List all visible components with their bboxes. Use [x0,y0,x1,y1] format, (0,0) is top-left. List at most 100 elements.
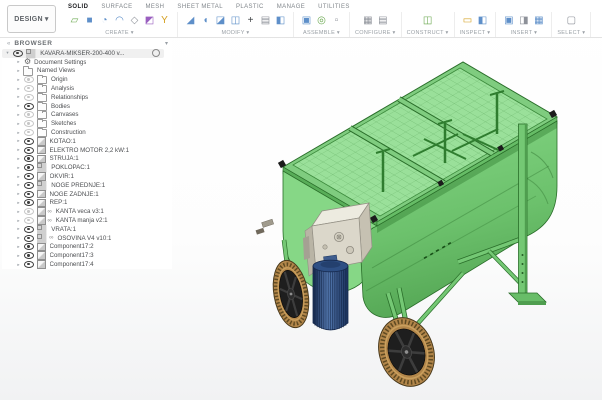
visibility-eye-icon[interactable] [24,76,34,83]
select-icon[interactable]: ▢ [564,13,579,28]
expand-arrow-icon[interactable]: ▸ [15,262,22,268]
visibility-eye-icon[interactable] [24,261,34,268]
expand-arrow-icon[interactable]: ▾ [4,50,11,56]
construction-plane-icon[interactable]: ◫ [420,13,435,28]
measure-icon[interactable]: ▭ [460,13,475,28]
loft-icon[interactable]: ◇ [127,13,142,28]
group-label-configure[interactable]: CONFIGURE ▾ [355,30,396,36]
group-label-insert[interactable]: INSERT ▾ [511,30,538,36]
visibility-eye-icon[interactable] [24,252,34,259]
visibility-eye-icon[interactable] [24,129,34,136]
tree-item[interactable]: ▸Named Views [2,67,172,76]
expand-arrow-icon[interactable]: ▸ [15,130,22,136]
visibility-eye-icon[interactable] [13,50,23,57]
tree-item[interactable]: ▸NOGE PREDNJE:1 [2,181,172,190]
rigid-group-icon[interactable]: ▫ [329,13,344,28]
group-label-construct[interactable]: CONSTRUCT ▾ [407,30,449,36]
expand-arrow-icon[interactable]: ▸ [15,86,22,92]
group-label-assemble[interactable]: ASSEMBLE ▾ [303,30,340,36]
tree-item[interactable]: ▸Canvases [2,111,172,120]
visibility-eye-icon[interactable] [24,226,34,233]
expand-arrow-icon[interactable]: ▸ [15,138,22,144]
visibility-eye-icon[interactable] [24,217,34,224]
section-analysis-icon[interactable]: ◧ [475,13,490,28]
expand-arrow-icon[interactable]: ▸ [15,235,22,241]
expand-arrow-icon[interactable]: ▸ [15,77,22,83]
tab-surface[interactable]: SURFACE [101,4,132,10]
form-icon[interactable]: ◩ [142,13,157,28]
tree-item[interactable]: ▸Analysis [2,84,172,93]
tab-plastic[interactable]: PLASTIC [236,4,264,10]
visibility-eye-icon[interactable] [24,164,34,171]
expand-arrow-icon[interactable]: ▸ [15,94,22,100]
expand-arrow-icon[interactable]: ▸ [15,68,22,74]
visibility-eye-icon[interactable] [24,138,34,145]
physical-material-icon[interactable]: ◧ [273,13,288,28]
tree-item[interactable]: ▸STRUJA:1 [2,155,172,164]
expand-arrow-icon[interactable]: ▸ [15,165,22,171]
fillet-icon[interactable]: ◖ [198,13,213,28]
configuration-icon[interactable]: ▦ [360,13,375,28]
tab-solid[interactable]: SOLID [68,4,88,10]
combine-icon[interactable]: ◫ [228,13,243,28]
expand-arrow-icon[interactable]: ▸ [15,200,22,206]
press-pull-icon[interactable]: ◢ [183,13,198,28]
collapse-panel-icon[interactable]: « [7,41,10,47]
tree-item[interactable]: ▸ELEKTRO MOTOR 2,2 kW:1 [2,146,172,155]
group-label-select[interactable]: SELECT ▾ [557,30,585,36]
expand-arrow-icon[interactable]: ▸ [15,218,22,224]
tree-item[interactable]: ▸Construction [2,128,172,137]
decal-icon[interactable]: ◨ [516,13,531,28]
expand-arrow-icon[interactable]: ▸ [15,253,22,259]
new-component-icon[interactable]: ▣ [299,13,314,28]
expand-arrow-icon[interactable]: ▸ [15,209,22,215]
tree-item[interactable]: ▸⚙Document Settings [2,58,172,67]
tree-item[interactable]: ▸Origin [2,75,172,84]
expand-arrow-icon[interactable]: ▸ [15,244,22,250]
expand-arrow-icon[interactable]: ▸ [15,147,22,153]
group-label-inspect[interactable]: INSPECT ▾ [460,30,491,36]
create-sketch-icon[interactable]: ▱ [67,13,82,28]
tree-item[interactable]: ▸∞KANTA veca v3:1 [2,207,172,216]
expand-arrow-icon[interactable]: ▸ [15,121,22,127]
expand-arrow-icon[interactable]: ▸ [15,191,22,197]
visibility-eye-icon[interactable] [24,191,34,198]
tab-mesh[interactable]: MESH [145,4,164,10]
workspace-switcher-button[interactable]: DESIGN ▾ [7,5,56,33]
joint-icon[interactable]: ◎ [314,13,329,28]
activate-component-radio[interactable] [152,49,160,57]
tree-item[interactable]: ▸Relationships [2,93,172,102]
visibility-eye-icon[interactable] [24,111,34,118]
expand-arrow-icon[interactable]: ▸ [15,103,22,109]
visibility-eye-icon[interactable] [24,182,34,189]
visibility-eye-icon[interactable] [24,243,34,250]
visibility-eye-icon[interactable] [24,155,34,162]
tree-item[interactable]: ▸Component17:2 [2,243,172,252]
shell-icon[interactable]: ◪ [213,13,228,28]
expand-arrow-icon[interactable]: ▸ [15,174,22,180]
expand-arrow-icon[interactable]: ▸ [15,156,22,162]
tree-item[interactable]: ▸POKLOPAC:1 [2,163,172,172]
visibility-eye-icon[interactable] [24,235,34,242]
revolve-icon[interactable]: ◔ [97,13,112,28]
visibility-eye-icon[interactable] [24,208,34,215]
tab-utilities[interactable]: UTILITIES [318,4,350,10]
tree-item[interactable]: ▸Component17:3 [2,251,172,260]
tree-item[interactable]: ▸NOGE ZADNJE:1 [2,190,172,199]
group-label-create[interactable]: CREATE ▾ [105,30,134,36]
tree-item[interactable]: ▸Bodies [2,102,172,111]
visibility-eye-icon[interactable] [24,85,34,92]
tree-item[interactable]: ▸Component17:4 [2,260,172,269]
expand-arrow-icon[interactable]: ▸ [15,59,22,65]
insert-derive-icon[interactable]: ▣ [501,13,516,28]
tab-sheet-metal[interactable]: SHEET METAL [177,4,223,10]
expand-arrow-icon[interactable]: ▸ [15,226,22,232]
browser-header-caret-icon[interactable]: ▾ [165,40,168,47]
tree-item[interactable]: ▸VRATA:1 [2,225,172,234]
rear-wheel[interactable] [370,310,443,393]
pattern-icon[interactable]: Y [157,13,172,28]
extrude-icon[interactable]: ■ [82,13,97,28]
expand-arrow-icon[interactable]: ▸ [15,112,22,118]
group-label-modify[interactable]: MODIFY ▾ [222,30,250,36]
hitch-drawbar[interactable] [256,219,274,234]
